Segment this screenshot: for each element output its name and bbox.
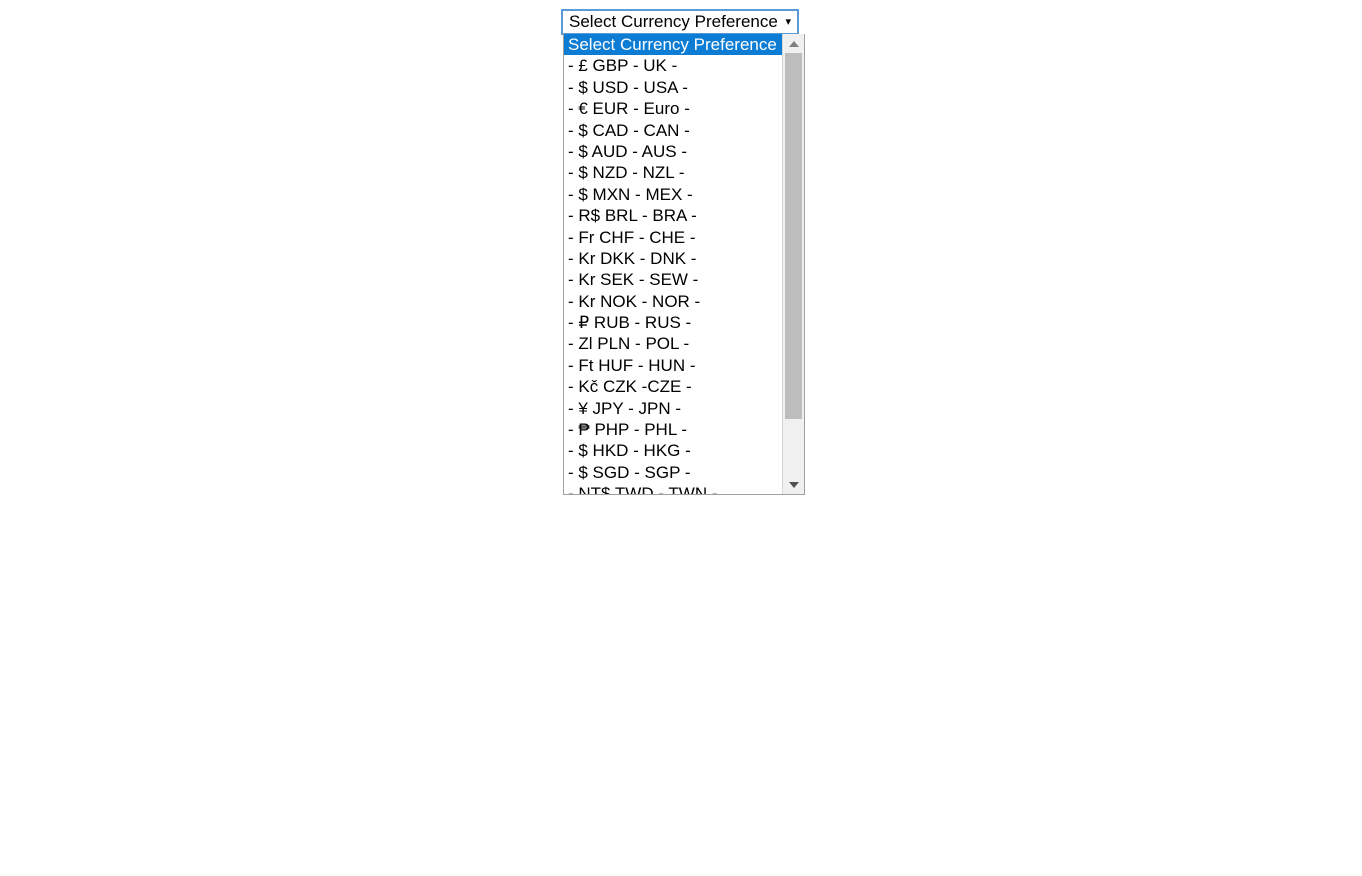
dropdown-option-list[interactable]: Select Currency Preference - £ GBP - UK -… xyxy=(564,34,783,494)
dropdown-option[interactable]: - Kr NOK - NOR - xyxy=(564,291,782,312)
scroll-up-arrow-icon xyxy=(788,40,799,47)
dropdown-option[interactable]: - Ft HUF - HUN - xyxy=(564,355,782,376)
dropdown-option[interactable]: - ₽ RUB - RUS - xyxy=(564,312,782,333)
page-root: Select Currency Preference ▾ Select Curr… xyxy=(0,0,1362,876)
dropdown-option[interactable]: - £ GBP - UK - xyxy=(564,55,782,76)
dropdown-option[interactable]: - ₱ PHP - PHL - xyxy=(564,419,782,440)
dropdown-option[interactable]: - Kr SEK - SEW - xyxy=(564,269,782,290)
dropdown-option[interactable]: Select Currency Preference xyxy=(564,34,783,56)
chevron-down-icon: ▾ xyxy=(785,15,791,28)
dropdown-scrollbar[interactable] xyxy=(782,34,804,494)
dropdown-option[interactable]: - $ CAD - CAN - xyxy=(564,120,782,141)
dropdown-option[interactable]: - $ AUD - AUS - xyxy=(564,141,782,162)
scrollbar-down-button[interactable] xyxy=(783,475,804,494)
dropdown-option[interactable]: - Zl PLN - POL - xyxy=(564,333,782,354)
dropdown-option[interactable]: - Kr DKK - DNK - xyxy=(564,248,782,269)
scroll-down-arrow-icon xyxy=(788,481,799,488)
dropdown-option[interactable]: - $ USD - USA - xyxy=(564,77,782,98)
dropdown-option[interactable]: - $ SGD - SGP - xyxy=(564,462,782,483)
currency-dropdown-listbox[interactable]: Select Currency Preference - £ GBP - UK -… xyxy=(563,34,805,495)
dropdown-option[interactable]: - € EUR - Euro - xyxy=(564,98,782,119)
dropdown-option[interactable]: - $ HKD - HKG - xyxy=(564,440,782,461)
dropdown-option[interactable]: - Fr CHF - CHE - xyxy=(564,227,782,248)
dropdown-option[interactable]: - NT$ TWD - TWN - xyxy=(564,483,782,494)
dropdown-option[interactable]: - R$ BRL - BRA - xyxy=(564,205,782,226)
dropdown-option[interactable]: - $ MXN - MEX - xyxy=(564,184,782,205)
dropdown-option[interactable]: - Kč CZK -CZE - xyxy=(564,376,782,397)
select-selected-value: Select Currency Preference xyxy=(569,12,778,31)
dropdown-option[interactable]: - ¥ JPY - JPN - xyxy=(564,398,782,419)
scrollbar-up-button[interactable] xyxy=(783,34,804,53)
currency-preference-select[interactable]: Select Currency Preference ▾ xyxy=(561,9,799,35)
scrollbar-thumb[interactable] xyxy=(785,53,803,419)
dropdown-option[interactable]: - $ NZD - NZL - xyxy=(564,162,782,183)
